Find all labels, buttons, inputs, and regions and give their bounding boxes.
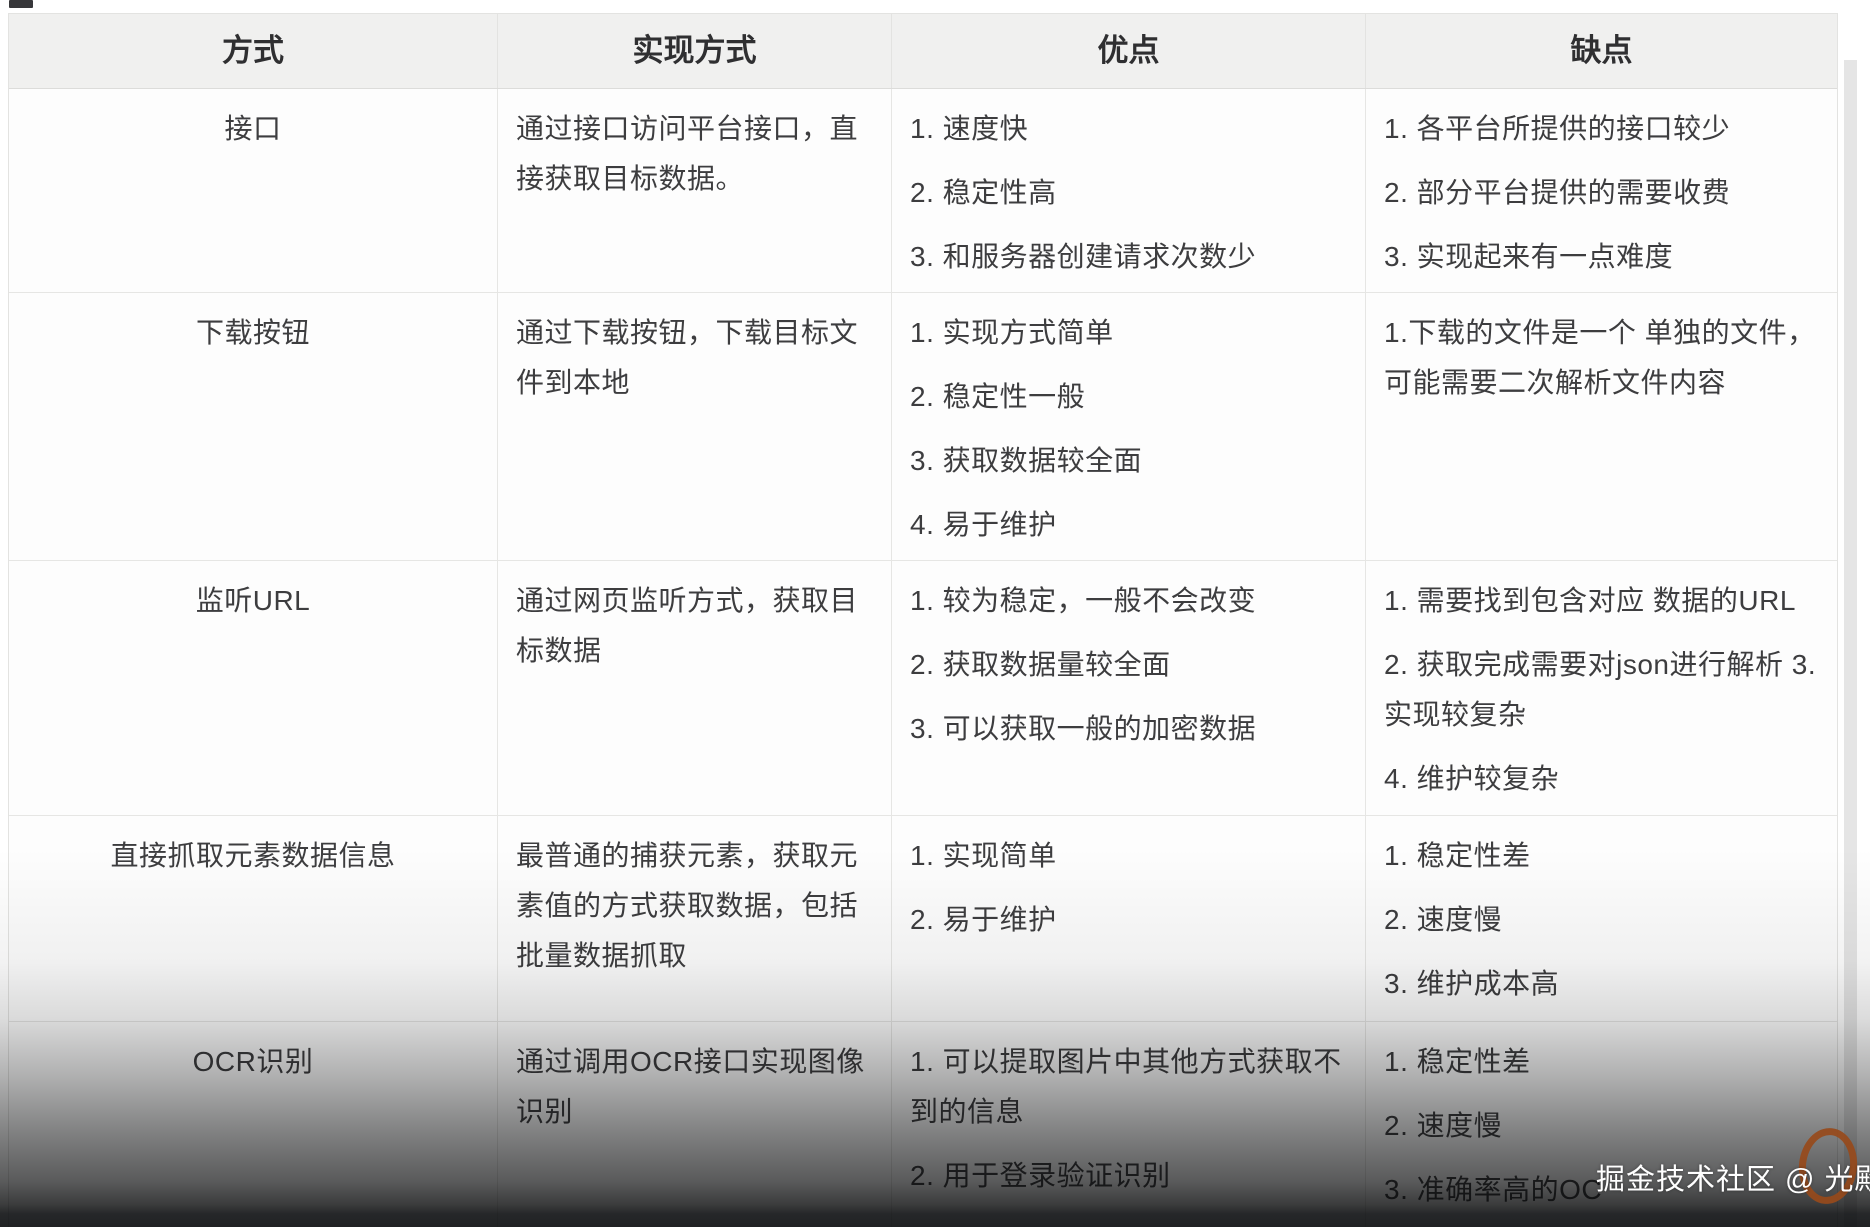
list-item: 通过调用OCR接口实现图像识别 [516,1046,865,1127]
header-cell-1: 实现方式 [498,14,892,88]
list-item: 3. 实现起来有一点难度 [1384,241,1674,272]
cell-pros: 1. 较为稳定，一般不会改变 2. 获取数据量较全面 3. 可以获取一般的加密数据 [892,561,1366,815]
list-item: 1. 实现方式简单 [910,317,1114,348]
list-item: 2. 获取数据量较全面 [910,649,1171,680]
header-cell-2: 优点 [892,14,1366,88]
list-item: 2. 部分平台提供的需要收费 [1384,177,1731,208]
list-item: 3. 获取数据较全面 [910,445,1143,476]
list-item: 3. 可以获取一般的加密数据 [910,713,1257,744]
scrollbar-track[interactable] [1844,60,1857,1227]
cell-implementation: 通过调用OCR接口实现图像识别 [498,1022,892,1227]
list-item: 1.下载的文件是一个 单独的文件，可能需要二次解析文件内容 [1384,317,1816,398]
table-row: 直接抓取元素数据信息 最普通的捕获元素，获取元素值的方式获取数据，包括批量数据抓取… [9,816,1837,1022]
list-item: 3. 和服务器创建请求次数少 [910,241,1257,272]
cell-implementation: 通过接口访问平台接口，直接获取目标数据。 [498,89,892,292]
table-row: 下载按钮 通过下载按钮，下载目标文件到本地 1. 实现方式简单 2. 稳定性一般 3. … [9,293,1837,561]
list-item: 1. 各平台所提供的接口较少 [1384,113,1731,144]
header-cell-3: 缺点 [1570,33,1633,68]
cell-pros: 1. 速度快 2. 稳定性高 3. 和服务器创建请求次数少 [892,89,1366,292]
table-row: OCR识别 通过调用OCR接口实现图像识别 1. 可以提取图片中其他方式获取不到的信… [9,1022,1837,1227]
table-row: 接口 通过接口访问平台接口，直接获取目标数据。 1. 速度快 2. 稳定性高 3. 和服… [9,89,1837,293]
list-item: 1. 可以提取图片中其他方式获取不到的信息 [910,1046,1342,1127]
table-body: 接口 通过接口访问平台接口，直接获取目标数据。 1. 速度快 2. 稳定性高 3. 和服… [9,89,1837,1227]
list-item: 直接抓取元素数据信息 [110,840,396,871]
list-item: 1. 稳定性差 [1384,1046,1531,1077]
table-row: 监听URL 通过网页监听方式，获取目标数据 1. 较为稳定，一般不会改变 2. 获取数… [9,561,1837,816]
table-header-row: 方式 实现方式 优点 缺点 [9,14,1837,89]
list-item: 2. 用于登录验证识别 [910,1160,1171,1191]
cell-pros: 1. 实现简单 2. 易于维护 [892,816,1366,1021]
list-item: 最普通的捕获元素，获取元素值的方式获取数据，包括批量数据抓取 [516,840,859,971]
cell-method: OCR识别 [9,1022,498,1227]
list-item: 2. 速度慢 [1384,1110,1503,1141]
cell-pros: 1. 实现方式简单 2. 稳定性一般 3. 获取数据较全面 4. 易于维护 [892,293,1366,560]
list-item: 2. 易于维护 [910,904,1057,935]
cell-pros: 1. 可以提取图片中其他方式获取不到的信息 2. 用于登录验证识别 [892,1022,1366,1227]
list-item: 4. 维护较复杂 [1384,763,1560,794]
cell-method: 监听URL [9,561,498,815]
list-item: 1. 实现简单 [910,840,1057,871]
list-item: 1. 较为稳定，一般不会改变 [910,585,1257,616]
watermark: 掘金技术社区 @ 光殿 [1596,1164,1870,1196]
cell-implementation: 通过下载按钮，下载目标文件到本地 [498,293,892,560]
list-item: 通过接口访问平台接口，直接获取目标数据。 [516,113,859,194]
list-item: 1. 稳定性差 [1384,840,1531,871]
comparison-table: 方式 实现方式 优点 缺点 接口 通过接口访问平台接口，直接获取目标数据。 1. 速度快 2… [8,13,1838,1227]
list-item: 监听URL [195,585,311,616]
list-item: 2. 速度慢 [1384,904,1503,935]
list-item: 2. 获取完成需要对json进行解析 3. 实现较复杂 [1384,649,1817,730]
list-item: 2. 稳定性高 [910,177,1057,208]
cell-cons: 1.下载的文件是一个 单独的文件，可能需要二次解析文件内容 [1366,293,1837,560]
list-item: 4. 易于维护 [910,509,1057,540]
list-item: 1. 需要找到包含对应 数据的URL [1384,585,1796,616]
list-item: 接口 [224,113,282,144]
list-item: OCR识别 [192,1046,314,1077]
list-item: 下载按钮 [195,317,310,348]
list-item: 通过下载按钮，下载目标文件到本地 [516,317,859,398]
video-frame: 方式 实现方式 优点 缺点 接口 通过接口访问平台接口，直接获取目标数据。 1. 速度快 2… [0,0,1870,1227]
header-cell-0: 方式 [9,14,498,88]
cell-method: 下载按钮 [9,293,498,560]
cell-implementation: 最普通的捕获元素，获取元素值的方式获取数据，包括批量数据抓取 [498,816,892,1021]
cell-cons: 1. 稳定性差 2. 速度慢 3. 维护成本高 [1366,816,1837,1021]
list-item: 3. 维护成本高 [1384,968,1560,999]
cell-cons: 1. 各平台所提供的接口较少 2. 部分平台提供的需要收费 3. 实现起来有一点难度 [1366,89,1837,292]
list-item: 1. 速度快 [910,113,1029,144]
list-item: 通过网页监听方式，获取目标数据 [516,585,859,666]
list-item: 2. 稳定性一般 [910,381,1086,412]
cell-method: 接口 [9,89,498,292]
cell-method: 直接抓取元素数据信息 [9,816,498,1021]
cell-implementation: 通过网页监听方式，获取目标数据 [498,561,892,815]
cell-cons: 1. 需要找到包含对应 数据的URL 2. 获取完成需要对json进行解析 3. … [1366,561,1837,815]
corner-mark [9,0,33,8]
